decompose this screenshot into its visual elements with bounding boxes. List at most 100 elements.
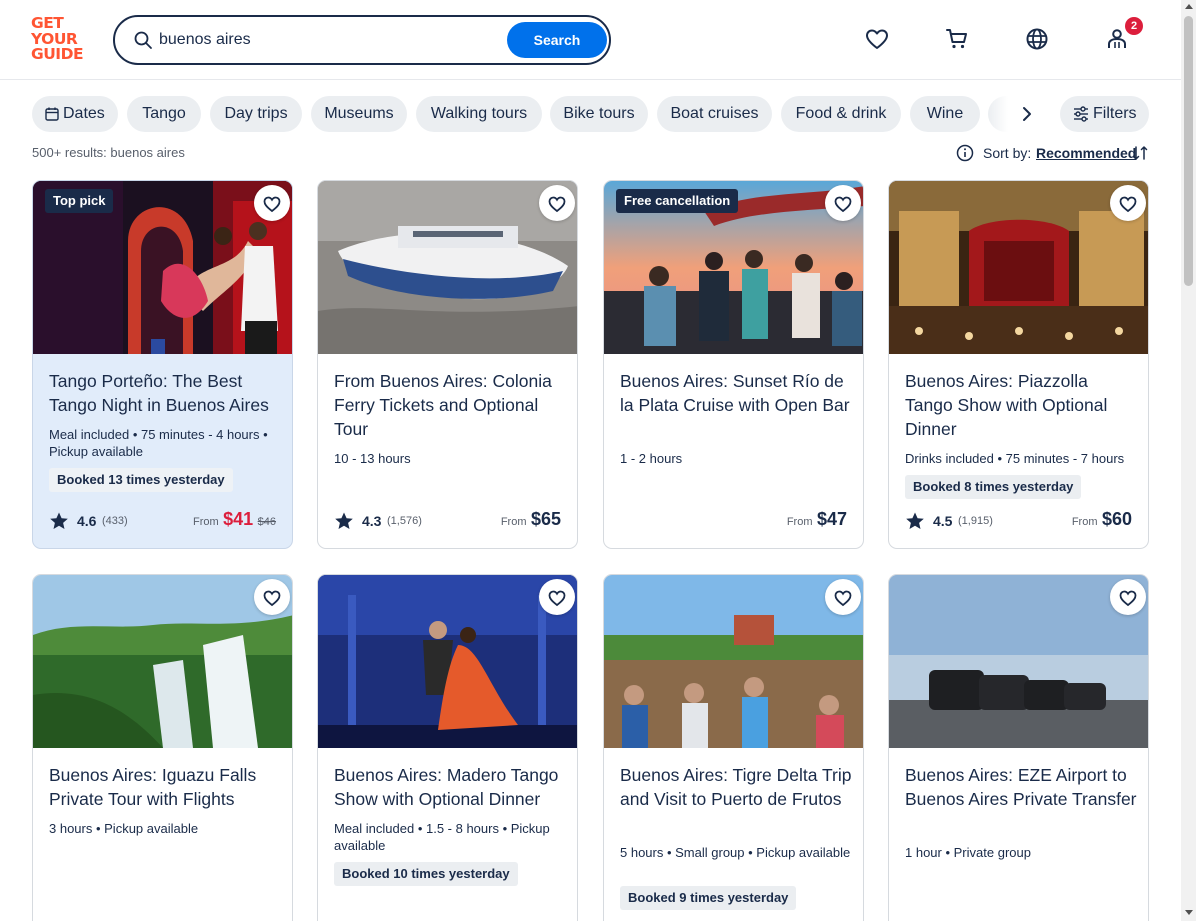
activity-card[interactable]: Buenos Aires: Madero Tango Show with Opt… [317, 574, 578, 921]
card-meta: Drinks included • 75 minutes - 7 hours [905, 451, 1125, 466]
sort-label: Sort by: [983, 145, 1032, 161]
activity-card[interactable]: Buenos Aires: Piazzolla Tango Show with … [888, 180, 1149, 549]
card-image-tigre-delta[interactable] [604, 575, 863, 748]
heart-icon [548, 196, 566, 213]
card-meta: 3 hours • Pickup available [49, 821, 199, 836]
sort-value[interactable]: Recommended [1036, 145, 1136, 161]
activity-card[interactable]: Buenos Aires: Tigre Delta Trip and Visit… [603, 574, 864, 921]
favorite-button[interactable] [539, 185, 575, 221]
card-title[interactable]: Buenos Aires: Iguazu Falls Private Tour … [49, 763, 281, 811]
activity-card[interactable]: Buenos Aires: Iguazu Falls Private Tour … [32, 574, 293, 921]
card-image-colonia-ferry[interactable] [318, 181, 577, 354]
calendar-icon [45, 107, 59, 121]
search-input[interactable] [159, 25, 499, 55]
card-image-tango-porteno[interactable]: Top pick [33, 181, 292, 354]
getyourguide-logo[interactable]: GET YOUR GUIDE [31, 15, 91, 64]
card-meta: 1 - 2 hours [620, 451, 683, 466]
chip-tango[interactable]: Tango [127, 96, 201, 132]
booked-badge: Booked 9 times yesterday [620, 886, 797, 910]
free-cancellation-tag: Free cancellation [616, 189, 739, 213]
card-title[interactable]: Buenos Aires: Madero Tango Show with Opt… [334, 763, 566, 811]
price-amount: $41 [223, 509, 254, 529]
rating-score: 4.5 [933, 513, 953, 529]
scroll-down-arrow-icon[interactable] [1185, 910, 1193, 915]
price: From $60 [1072, 509, 1132, 533]
card-image-iguazu-falls[interactable] [33, 575, 292, 748]
info-icon[interactable] [956, 144, 974, 162]
cart-icon[interactable] [944, 26, 970, 52]
activity-card[interactable]: Free cancellation Buenos Aires: Sunset R… [603, 180, 864, 549]
card-meta: Meal included • 75 minutes - 4 hours • P… [49, 427, 268, 459]
booked-badge: Booked 10 times yesterday [334, 862, 518, 886]
favorite-button[interactable] [825, 579, 861, 615]
scroll-up-arrow-icon[interactable] [1185, 4, 1193, 9]
heart-icon [548, 590, 566, 607]
card-title[interactable]: Buenos Aires: EZE Airport to Buenos Aire… [905, 763, 1137, 811]
search-button[interactable]: Search [507, 22, 607, 58]
card-image-piazzolla-tango[interactable] [889, 181, 1148, 354]
card-image-sunset-cruise[interactable]: Free cancellation [604, 181, 863, 354]
favorite-button[interactable] [1110, 185, 1146, 221]
heart-icon [834, 196, 852, 213]
scrollbar-thumb[interactable] [1184, 16, 1193, 286]
price-from-label: From [193, 516, 219, 528]
page-scrollbar[interactable] [1181, 0, 1196, 921]
price-amount: $47 [816, 509, 847, 529]
chip-dates[interactable]: Dates [32, 96, 118, 132]
chip-boat-cruises[interactable]: Boat cruises [657, 96, 772, 132]
card-meta: 5 hours • Small group • Pickup available [620, 845, 851, 860]
chip-wine[interactable]: Wine [910, 96, 980, 132]
card-title[interactable]: From Buenos Aires: Colonia Ferry Tickets… [334, 369, 566, 441]
search-bar: Search [113, 15, 611, 65]
heart-icon [834, 590, 852, 607]
review-count: (1,576) [387, 515, 422, 527]
star-icon [906, 512, 924, 529]
card-meta: 1 hour • Private group [905, 845, 1031, 860]
filters-label: Filters [1093, 105, 1137, 122]
star-icon [335, 512, 353, 529]
chip-bike-tours[interactable]: Bike tours [550, 96, 648, 132]
price: From $47 [787, 509, 847, 533]
notification-badge: 2 [1125, 17, 1143, 35]
price-amount: $60 [1101, 509, 1132, 529]
heart-icon [1119, 196, 1137, 213]
sort-arrows-icon[interactable] [1131, 144, 1149, 162]
card-title[interactable]: Buenos Aires: Piazzolla Tango Show with … [905, 369, 1137, 441]
original-price: $46 [257, 516, 276, 528]
favorite-button[interactable] [254, 579, 290, 615]
activity-card[interactable]: From Buenos Aires: Colonia Ferry Tickets… [317, 180, 578, 549]
top-pick-tag: Top pick [45, 189, 114, 213]
filters-button[interactable]: Filters [1060, 96, 1149, 132]
card-title[interactable]: Tango Porteño: The Best Tango Night in B… [49, 369, 281, 417]
heart-icon [1119, 590, 1137, 607]
chip-day-trips[interactable]: Day trips [210, 96, 302, 132]
globe-icon[interactable] [1024, 26, 1050, 52]
chip-food-drink[interactable]: Food & drink [781, 96, 901, 132]
card-image-madero-tango[interactable] [318, 575, 577, 748]
card-image-eze-transfer[interactable] [889, 575, 1148, 748]
card-meta: Meal included • 1.5 - 8 hours • Pickup a… [334, 821, 550, 853]
favorite-button[interactable] [539, 579, 575, 615]
favorite-button[interactable] [1110, 579, 1146, 615]
booked-badge: Booked 13 times yesterday [49, 468, 233, 492]
favorite-button[interactable] [825, 185, 861, 221]
price-from-label: From [500, 516, 527, 528]
booked-badge: Booked 8 times yesterday [905, 475, 1082, 499]
chip-walking-tours[interactable]: Walking tours [416, 96, 542, 132]
price-from-label: From [786, 516, 813, 528]
card-title[interactable]: Buenos Aires: Sunset Río de la Plata Cru… [620, 369, 852, 417]
search-icon [134, 31, 152, 49]
wishlist-heart-icon[interactable] [864, 26, 890, 52]
rating-score: 4.6 [77, 513, 97, 529]
sliders-icon [1074, 106, 1088, 122]
activity-card[interactable]: Buenos Aires: EZE Airport to Buenos Aire… [888, 574, 1149, 921]
results-count: 500+ results: buenos aires [32, 145, 185, 160]
activity-card[interactable]: Top pick Tango Porteño: The Best Tango N… [32, 180, 293, 549]
chip-museums[interactable]: Museums [311, 96, 407, 132]
favorite-button[interactable] [254, 185, 290, 221]
card-title[interactable]: Buenos Aires: Tigre Delta Trip and Visit… [620, 763, 852, 811]
chevron-right-icon[interactable] [1017, 104, 1037, 124]
review-count: (1,915) [958, 515, 993, 527]
review-count: (433) [102, 515, 128, 527]
logo-line-3: GUIDE [31, 45, 84, 63]
